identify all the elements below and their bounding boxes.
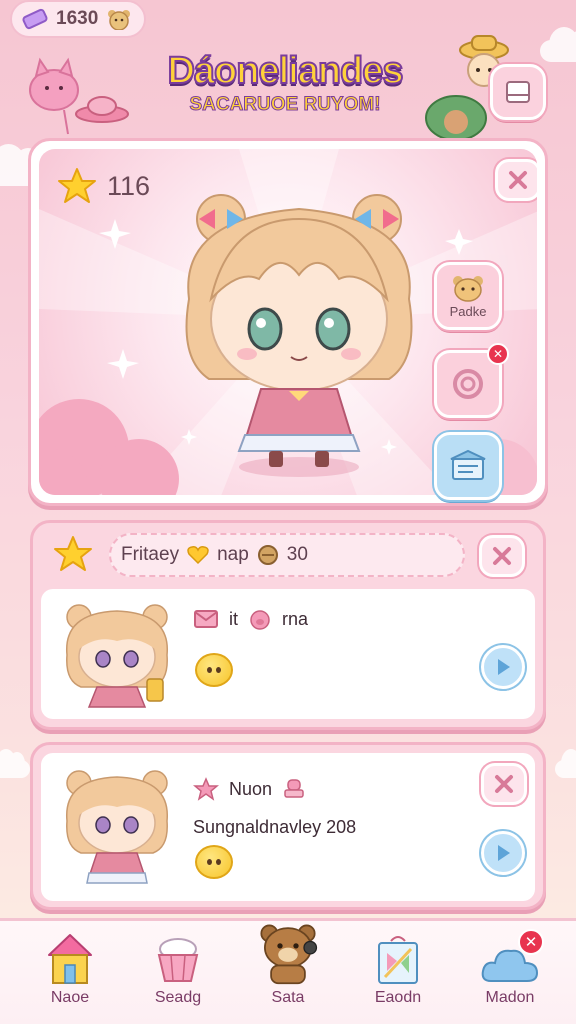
bottom-navigation: Naoe Seadg Sata Eaodn Madon ✕	[0, 918, 576, 1024]
smiley-icon	[195, 845, 233, 879]
cat-balloon-decoration	[29, 57, 129, 135]
score-value: 116	[107, 170, 151, 201]
coin-icon	[257, 545, 278, 565]
play-button[interactable]	[481, 831, 525, 875]
event-card: Nuon Sungnaldnavley 208	[30, 742, 546, 910]
card-row: Nuon	[193, 777, 306, 801]
nav-label: Madon	[485, 989, 535, 1006]
close-button[interactable]	[495, 159, 537, 201]
star-icon	[54, 536, 92, 571]
close-icon	[493, 547, 511, 565]
cupcake-icon	[157, 938, 199, 982]
card-title: Fritaey	[121, 544, 180, 565]
close-button[interactable]	[479, 535, 525, 577]
card-row: Sungnaldnavley 208	[193, 817, 356, 838]
store-icon	[450, 449, 486, 480]
nav-label: Eaodn	[374, 989, 422, 1006]
card-item: nap	[217, 544, 249, 565]
card-row-text: it	[229, 608, 238, 629]
stamp-icon	[284, 779, 304, 798]
bear-face-icon	[108, 10, 131, 30]
bear-face-icon	[453, 275, 483, 302]
side-button-label: Padke	[449, 303, 487, 319]
cloud-decoration	[540, 26, 576, 62]
play-button[interactable]	[481, 645, 525, 689]
nav-item-home[interactable]: Naoe	[20, 921, 120, 1024]
card-body: Nuon Sungnaldnavley 208	[41, 753, 535, 901]
nav-label: Sata	[271, 989, 305, 1006]
gem-icon	[22, 8, 48, 30]
nav-item-eaodn[interactable]: Eaodn	[348, 921, 448, 1024]
card-count: 30	[286, 544, 308, 565]
smiley-icon	[195, 653, 233, 687]
notification-badge: ✕	[518, 929, 544, 955]
nav-item-madon[interactable]: Madon ✕	[460, 921, 560, 1024]
envelope-icon	[194, 610, 218, 628]
chibi-girl-character[interactable]	[169, 179, 429, 479]
event-card: Fritaey nap 30 it rna	[30, 520, 546, 730]
card-row: it rna	[193, 607, 308, 631]
nav-item-seadg[interactable]: Seadg	[128, 921, 228, 1024]
house-icon	[48, 934, 92, 984]
nav-label: Naoe	[50, 989, 90, 1006]
ring-icon	[453, 369, 483, 399]
currency-amount: 1630	[56, 8, 99, 29]
card-row-text: Sungnaldnavley 208	[193, 817, 357, 837]
play-icon	[498, 845, 510, 861]
nav-item-sata[interactable]: Sata	[238, 921, 338, 1024]
chibi-girl-avatar	[66, 604, 168, 708]
card-header: Fritaey nap 30	[109, 533, 465, 577]
notification-badge: ✕	[487, 343, 509, 365]
card-body: it rna	[41, 589, 535, 719]
card-row-text: rna	[282, 608, 309, 629]
close-icon	[495, 775, 513, 793]
play-icon	[498, 659, 510, 675]
card-row-text: Nuon	[229, 778, 273, 799]
pig-icon	[250, 610, 270, 630]
cloud-decoration	[0, 749, 30, 778]
close-button[interactable]	[481, 763, 527, 805]
heart-icon	[187, 546, 209, 565]
nav-label: Seadg	[154, 989, 202, 1006]
star-icon	[58, 168, 96, 203]
menu-button[interactable]	[490, 64, 546, 120]
chibi-girl-avatar	[66, 770, 168, 884]
side-button-padke[interactable]: Padke	[434, 262, 502, 330]
score-header: 116	[57, 167, 150, 205]
side-button-ring[interactable]: ✕	[434, 343, 509, 418]
star-ribbon-icon	[193, 777, 219, 801]
bear-mascot-icon	[260, 924, 318, 985]
window-icon	[506, 81, 530, 103]
currency-counter[interactable]: 1630	[10, 0, 146, 38]
gift-bag-icon	[378, 936, 418, 984]
game-logo-subtitle: SACARUOE RUYOM!	[189, 94, 381, 116]
side-button-store[interactable]	[434, 432, 502, 500]
close-icon	[509, 171, 527, 189]
cloud-decoration	[555, 749, 576, 778]
game-logo-title: Dáoneliandes	[166, 49, 404, 93]
